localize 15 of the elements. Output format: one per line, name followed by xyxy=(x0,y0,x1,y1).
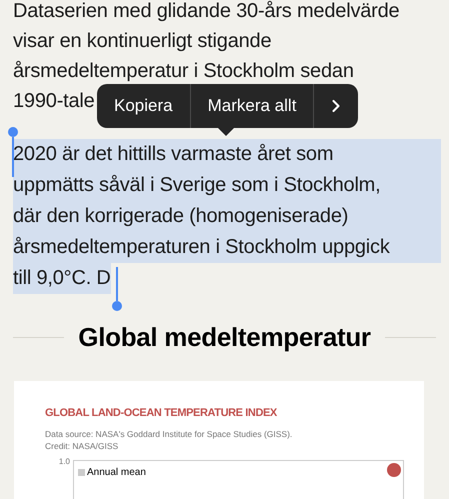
axis-tick-label: 1.0 xyxy=(58,456,71,468)
chart-title: GLOBAL LAND-OCEAN TEMPERATURE INDEX xyxy=(45,406,278,421)
text-line: visar en kontinuerligt stigande xyxy=(13,29,272,54)
selection-end-handle[interactable] xyxy=(112,267,122,311)
section-heading: Global medeltemperatur xyxy=(78,321,371,354)
source-text: Data source: NASA's Goddard Institute for Space Studies (GISS). xyxy=(45,428,294,440)
text-line: Dataserien med glidande 30-års medelvärde xyxy=(13,0,400,24)
menu-item[interactable]: Kopiera xyxy=(97,84,191,128)
text-line: 1990-tale xyxy=(13,89,95,114)
text-line: årsmedeltemperatur i Stockholm sedan xyxy=(13,59,354,84)
source-text: Credit: NASA/GISS xyxy=(45,440,120,452)
menu-item[interactable]: Markera allt xyxy=(190,84,314,128)
legend-label: Annual mean xyxy=(78,464,146,480)
paragraph: 2020 är det hittills varmaste året som uppmätts såväl i Sverige som i Stockholm, där den korrigerade (homogeniserade) årsmedeltemperaturen i Stockholm uppgick till 9,0°C. D xyxy=(13,139,441,294)
data-point-icon xyxy=(387,462,401,476)
